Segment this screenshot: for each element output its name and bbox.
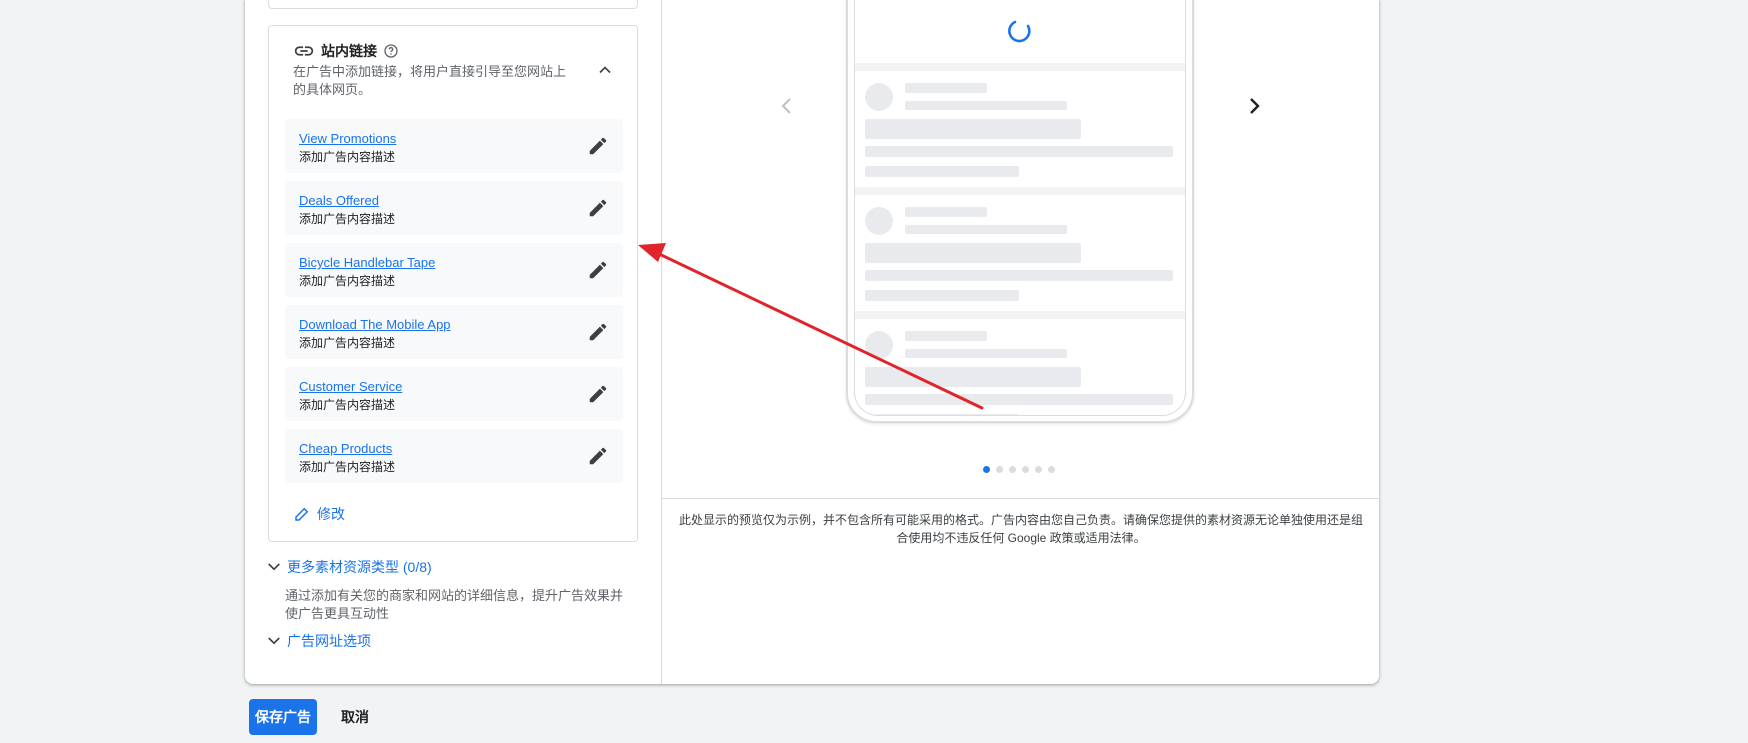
previous-section-edge [268,0,638,9]
chevron-right-icon[interactable] [1242,94,1266,118]
sitelink-title[interactable]: Deals Offered [299,193,379,208]
phone-preview-frame [846,0,1194,423]
sitelink-title[interactable]: View Promotions [299,131,396,146]
skeleton-line [865,270,1173,281]
preview-divider [662,498,1379,499]
skeleton-avatar [865,331,893,359]
pagination-dot[interactable] [1035,466,1042,473]
pencil-icon [295,507,309,521]
cancel-button[interactable]: 取消 [330,699,380,735]
skeleton-line [905,225,1067,234]
sitelinks-header: 站内链接 [293,40,399,62]
skeleton-line [865,290,1019,301]
sitelink-item[interactable]: Deals Offered 添加广告内容描述 [285,181,623,235]
url-options-toggle[interactable]: 广告网址选项 [265,631,371,651]
chevron-down-icon [268,637,280,645]
help-icon[interactable] [383,43,399,59]
sitelinks-description: 在广告中添加链接，将用户直接引导至您网站上的具体网页。 [293,64,567,97]
chevron-left-icon[interactable] [775,94,799,118]
result-separator [855,311,1185,319]
skeleton-line [865,414,1019,415]
pencil-icon[interactable] [587,135,609,157]
skeleton-line [905,349,1067,358]
skeleton-line [865,146,1173,157]
sitelink-item[interactable]: View Promotions 添加广告内容描述 [285,119,623,173]
save-ad-button[interactable]: 保存广告 [249,699,317,735]
sitelink-title[interactable]: Bicycle Handlebar Tape [299,255,435,270]
sitelink-item[interactable]: Cheap Products 添加广告内容描述 [285,429,623,483]
skeleton-block [865,119,1081,139]
sitelinks-title: 站内链接 [321,43,377,59]
pencil-icon[interactable] [587,445,609,467]
sitelink-title[interactable]: Customer Service [299,379,402,394]
sitelink-item[interactable]: Bicycle Handlebar Tape 添加广告内容描述 [285,243,623,297]
pencil-icon[interactable] [587,197,609,219]
skeleton-line [905,207,987,217]
pagination-dot[interactable] [1022,466,1029,473]
skeleton-block [865,243,1081,263]
more-assets-toggle[interactable]: 更多素材资源类型 (0/8) [265,557,432,577]
sitelink-item[interactable]: Download The Mobile App 添加广告内容描述 [285,305,623,359]
pencil-icon[interactable] [587,383,609,405]
modify-label: 修改 [317,506,345,522]
phone-preview-screen [854,0,1186,416]
preview-pagination [983,466,1055,473]
modify-button[interactable]: 修改 [293,504,345,524]
result-separator [855,63,1185,71]
more-assets-label: 更多素材资源类型 (0/8) [287,559,432,575]
pagination-dot[interactable] [996,466,1003,473]
url-options-label: 广告网址选项 [287,633,371,649]
sitelink-title[interactable]: Cheap Products [299,441,392,456]
skeleton-line [865,394,1173,405]
sitelink-description: 添加广告内容描述 [299,274,396,288]
column-divider [661,0,662,684]
skeleton-line [905,83,987,93]
sitelink-description: 添加广告内容描述 [299,212,396,226]
preview-disclaimer: 此处显示的预览仅为示例，并不包含所有可能采用的格式。广告内容由您自己负责。请确保… [678,513,1363,545]
more-assets-description: 通过添加有关您的商家和网站的详细信息，提升广告效果并使广告更具互动性 [285,588,624,621]
pagination-dot[interactable] [983,466,990,473]
sitelinks-panel: 站内链接 在广告中添加链接，将用户直接引导至您网站上的具体网页。 View Pr… [268,25,638,542]
sitelink-description: 添加广告内容描述 [299,460,396,474]
pagination-dot[interactable] [1048,466,1055,473]
pencil-icon[interactable] [587,321,609,343]
chevron-down-icon [268,563,280,571]
chevron-up-icon[interactable] [595,60,615,80]
pencil-icon[interactable] [587,259,609,281]
pagination-dot[interactable] [1009,466,1016,473]
skeleton-avatar [865,83,893,111]
sitelink-item[interactable]: Customer Service 添加广告内容描述 [285,367,623,421]
skeleton-block [865,367,1081,387]
result-separator [855,187,1185,195]
skeleton-line [905,331,987,341]
sitelink-description: 添加广告内容描述 [299,150,396,164]
loading-spinner-icon [1008,20,1031,43]
sitelink-description: 添加广告内容描述 [299,398,396,412]
skeleton-avatar [865,207,893,235]
skeleton-line [865,166,1019,177]
sitelink-description: 添加广告内容描述 [299,336,396,350]
skeleton-line [905,101,1067,110]
sitelink-title[interactable]: Download The Mobile App [299,317,451,332]
link-icon [294,46,314,56]
